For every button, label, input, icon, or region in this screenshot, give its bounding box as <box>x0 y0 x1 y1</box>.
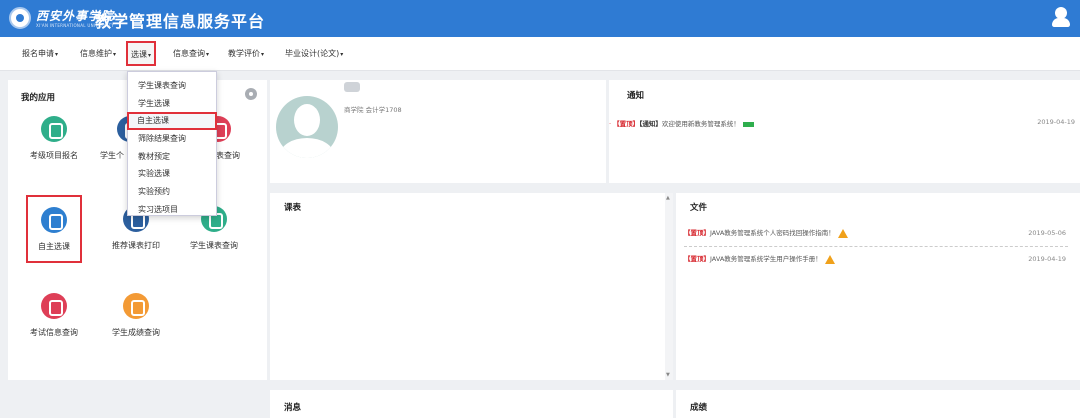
nav-item-course-selection[interactable]: 选课▾ <box>126 41 157 66</box>
user-name-blurred <box>344 82 360 92</box>
file-date: 2019-05-06 <box>1028 229 1066 237</box>
nav-item-info-maintenance[interactable]: 信息维护▾ <box>80 48 116 59</box>
user-avatar <box>276 96 338 158</box>
app-self-course-selection[interactable]: 自主选课 <box>26 195 82 263</box>
menu-item-student-schedule-query[interactable]: 学生课表查询 <box>128 77 216 95</box>
menu-item-lab-booking[interactable]: 实验预约 <box>128 183 216 201</box>
nav-item-info-query[interactable]: 信息查询▾ <box>173 48 209 59</box>
nav-label: 毕业设计(论文) <box>285 49 340 58</box>
notice-tag: 【通知】 <box>639 120 662 128</box>
messages-panel <box>270 390 673 418</box>
notice-item[interactable]: · 【置顶】【通知】欢迎使用新教务管理系统！ 2019-04-19 <box>609 118 1077 128</box>
notice-date: 2019-04-19 <box>1037 118 1075 126</box>
menu-item-filter-result-query[interactable]: 筛除结果查询 <box>128 130 216 148</box>
nav-item-teaching-evaluation[interactable]: 教学评价▾ <box>228 48 264 59</box>
app-label: 考试信息查询 <box>30 328 78 337</box>
menu-item-internship-project[interactable]: 实习选项目 <box>128 201 216 219</box>
nav-label: 报名申请 <box>22 49 54 58</box>
warning-icon <box>824 254 835 264</box>
divider <box>684 246 1068 247</box>
app-exam-info-query[interactable]: 考试信息查询 <box>22 293 86 338</box>
app-label: 考级项目报名 <box>30 151 78 160</box>
chevron-down-icon: ▾ <box>206 51 210 58</box>
menu-item-self-course-selection[interactable]: 自主选课 <box>127 112 217 131</box>
warning-icon <box>837 228 848 238</box>
schedule-title: 课表 <box>284 203 302 213</box>
schedule-panel <box>270 193 673 380</box>
pinned-tag: 【置顶】 <box>613 120 640 128</box>
app-exam-registration[interactable]: 考级项目报名 <box>22 116 86 161</box>
chevron-down-icon: ▾ <box>261 51 265 58</box>
chevron-down-icon: ▾ <box>148 52 152 59</box>
pinned-tag: 【置顶】 <box>684 255 710 263</box>
notice-title: 通知 <box>627 91 645 101</box>
chevron-down-icon: ▾ <box>113 51 117 58</box>
schedule-scrollbar[interactable]: ▲ ▼ <box>665 193 673 380</box>
notice-text: 欢迎使用新教务管理系统！ <box>661 120 740 128</box>
messages-title: 消息 <box>284 403 302 413</box>
nav-label: 教学评价 <box>228 49 260 58</box>
app-label: 推荐课表打印 <box>112 241 160 250</box>
menu-item-textbook-order[interactable]: 教材预定 <box>128 148 216 166</box>
menu-item-lab-course-selection[interactable]: 实验选课 <box>128 165 216 183</box>
files-panel <box>676 193 1080 380</box>
file-date: 2019-04-19 <box>1028 255 1066 263</box>
gear-icon[interactable] <box>245 88 257 100</box>
chevron-down-icon: ▾ <box>55 51 59 58</box>
new-badge-icon <box>742 121 754 127</box>
school-logo-icon <box>9 7 31 29</box>
app-label: 学生成绩查询 <box>112 328 160 337</box>
app-student-grade-query[interactable]: 学生成绩查询 <box>104 293 168 338</box>
notice-panel <box>609 80 1080 183</box>
chevron-down-icon: ▾ <box>340 51 344 58</box>
pinned-tag: 【置顶】 <box>684 229 710 237</box>
file-title: JAVA教务管理系统学生用户操作手册！ <box>710 255 822 263</box>
nav-label: 信息查询 <box>173 49 205 58</box>
grades-panel <box>676 390 1080 418</box>
nav-item-registration[interactable]: 报名申请▾ <box>22 48 58 59</box>
file-item[interactable]: 【置顶】JAVA教务管理系统学生用户操作手册！ 2019-04-19 <box>684 253 1066 275</box>
user-avatar-icon[interactable] <box>1052 7 1070 27</box>
chat-icon <box>41 116 67 142</box>
course-selection-dropdown: 学生课表查询 学生选课 自主选课 筛除结果查询 教材预定 实验选课 实验预约 实… <box>127 71 217 216</box>
profile-class-info: 商学院 会计学1708 <box>344 106 402 114</box>
my-apps-title: 我的应用 <box>21 93 56 103</box>
exam-icon <box>41 293 67 319</box>
nav-label: 选课 <box>131 50 147 59</box>
nav-item-graduation-thesis[interactable]: 毕业设计(论文)▾ <box>285 48 343 59</box>
score-icon <box>123 293 149 319</box>
file-title: JAVA教务管理系统个人密码找回操作指南！ <box>710 229 835 237</box>
app-title: 教学管理信息服务平台 <box>95 12 266 31</box>
app-label: 自主选课 <box>38 242 70 251</box>
top-header: 西安外事学院 XI'AN INTERNATIONAL UNIVERSITY 教学… <box>0 0 1080 37</box>
nav-label: 信息维护 <box>80 49 112 58</box>
app-label: 学生课表查询 <box>190 241 238 250</box>
ball-icon <box>41 207 67 233</box>
main-nav: 报名申请▾ 信息维护▾ 选课▾ 信息查询▾ 教学评价▾ 毕业设计(论文)▾ <box>0 37 1080 71</box>
menu-item-student-course-selection[interactable]: 学生选课 <box>128 95 216 113</box>
files-title: 文件 <box>690 203 708 213</box>
grades-title: 成绩 <box>690 403 708 413</box>
